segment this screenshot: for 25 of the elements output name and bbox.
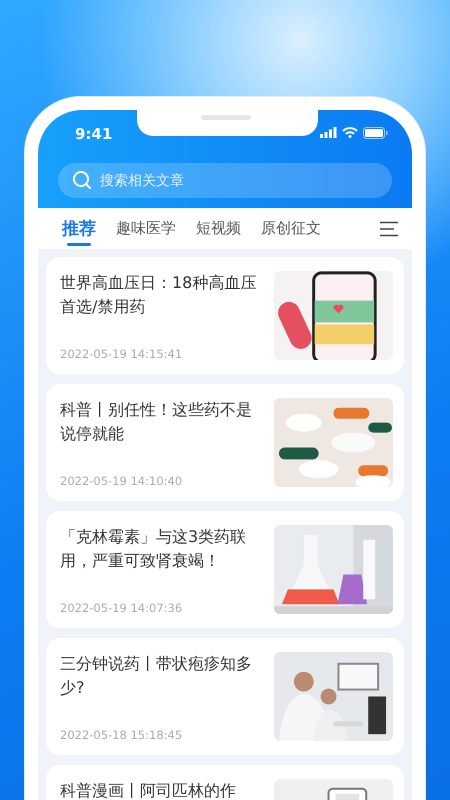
category-tab[interactable]: 推荐 (62, 208, 96, 249)
article-title: 「克林霉素」与这3类药联用，严重可致肾衰竭！ (60, 526, 248, 572)
article-date: 2022-05-19 14:15:41 (60, 347, 184, 361)
article-card[interactable]: 世界高血压日：18种高血压首选/禁用药 2022-05-19 14:15:41 (46, 257, 404, 374)
article-date: 2022-05-19 14:07:36 (60, 601, 184, 615)
search-icon (72, 170, 92, 190)
wifi-icon (342, 127, 358, 138)
article-title: 科普漫画丨阿司匹林的作 (60, 780, 237, 800)
article-card[interactable]: 科普丨别任性！这些药不是说停就能 2022-05-19 14:10:40 (46, 384, 404, 501)
battery-icon (363, 126, 388, 138)
category-tab[interactable]: 原创征文 (261, 208, 321, 249)
speaker-slot (201, 115, 251, 120)
status-time: 9:41 (74, 124, 112, 142)
article-title: 科普丨别任性！这些药不是说停就能 (60, 399, 253, 445)
article-title: 三分钟说药丨带状疱疹知多少? (60, 653, 253, 699)
article-date: 2022-05-19 14:10:40 (60, 474, 184, 488)
article-card[interactable]: 「克林霉素」与这3类药联用，严重可致肾衰竭！ 2022-05-19 14:07:36 (46, 511, 404, 628)
article-card[interactable]: 三分钟说药丨带状疱疹知多少? 2022-05-18 15:18:45 (46, 638, 404, 755)
article-title: 世界高血压日：18种高血压首选/禁用药 (60, 272, 258, 318)
signal-icon (320, 127, 337, 138)
article-date: 2022-05-18 15:18:45 (60, 728, 184, 742)
category-tab[interactable]: 短视频 (196, 208, 241, 249)
category-tab[interactable]: 趣味医学 (116, 208, 176, 249)
article-card[interactable]: 科普漫画丨阿司匹林的作 (46, 765, 404, 800)
menu-icon[interactable] (378, 220, 400, 236)
